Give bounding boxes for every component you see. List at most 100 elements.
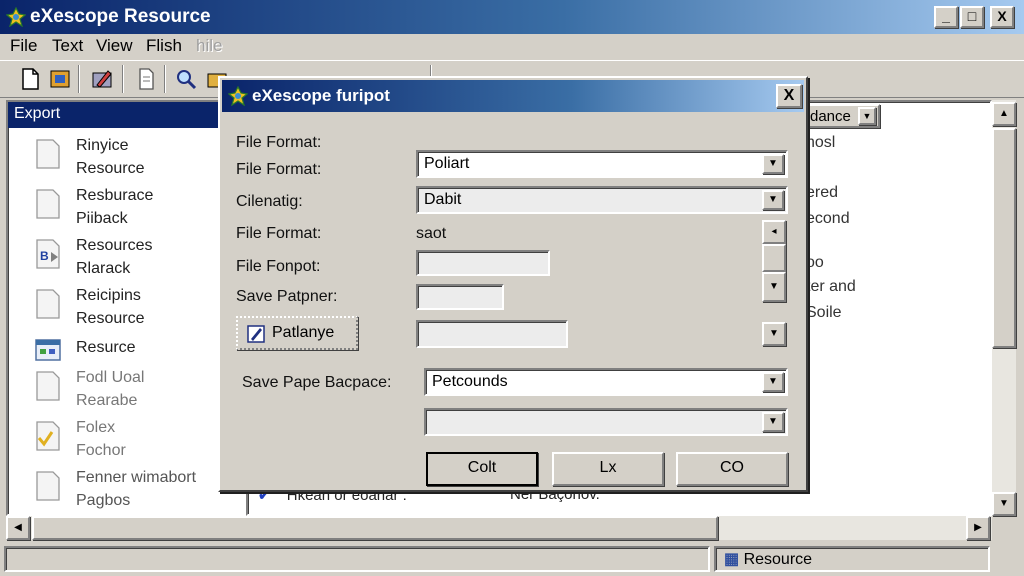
cilenatig-label: Cilenatig: [236,193,303,210]
arrow-left-icon: ◀ [14,522,22,533]
tree-item-fenner[interactable]: Fenner wimabort Pagbos [8,464,244,512]
tree-item-label: Folex Fochor [76,419,126,459]
search-icon[interactable] [172,65,200,93]
tree-item-resources[interactable]: B Resources Rlarack [8,232,244,280]
chevron-down-icon[interactable]: ▼ [762,372,784,392]
status-panel-resource: ▦ Resource [714,546,990,572]
chevron-down-icon[interactable]: ▼ [762,190,784,210]
resource-tree-pane[interactable]: Export Rinyice Resource Resburace Piibac… [6,100,246,516]
menu-file[interactable]: File [10,36,37,56]
vertical-scroll-thumb[interactable] [992,128,1016,348]
edit-icon [247,325,265,343]
scroll-down-button[interactable]: ▼ [762,272,786,302]
tree-item-resburace[interactable]: Resburace Piiback [8,182,244,230]
tree-item-label: Fenner wimabort Pagbos [76,469,197,509]
dialog-title: eXescope furipot [252,86,390,105]
tree-item-fodl[interactable]: Fodl Uoal Rearabe [8,364,244,412]
maximize-button[interactable]: □ [960,6,984,28]
tree-item-rinyice[interactable]: Rinyice Resource [8,132,244,180]
file-fonpot-field[interactable] [416,250,550,276]
dialog-titlebar[interactable]: eXescope furipot X [222,80,804,112]
scroll-down-button[interactable]: ▼ [992,492,1016,516]
main-titlebar: eXescope Resource _ □ X [0,0,1024,34]
list-fragment: econd [806,210,850,227]
chevron-down-icon: ▼ [858,107,876,125]
menu-view[interactable]: View [96,36,133,56]
tree-item-folex[interactable]: Folex Fochor [8,414,244,462]
menu-flish[interactable]: Flish [146,36,182,56]
menu-text[interactable]: Text [52,36,83,56]
scroll-up-button[interactable]: ▲ [992,102,1016,126]
tree-item-label: Resburace Piiback [76,187,154,227]
patlanye-field[interactable] [416,320,568,348]
chevron-down-icon[interactable]: ▼ [762,154,784,174]
cancel-button[interactable]: CO [676,452,788,486]
file-format-2-value: saot [416,225,447,242]
arrow-down-icon: ▼ [999,498,1009,509]
new-file-icon[interactable] [16,65,44,93]
file-icon [36,289,60,319]
window-resource-icon [35,339,61,361]
dialog-close-button[interactable]: X [776,84,802,108]
resource-icon: ▦ [724,551,740,568]
spin-button[interactable]: ◂ [762,220,786,244]
list-fragment: Soile [806,304,842,321]
tree-item-label: Resurce [76,339,136,356]
cilenatig-value: Dabit [424,191,462,208]
toolbar-separator [122,65,124,93]
tree-item-reicipins[interactable]: Reicipins Resource [8,282,244,330]
status-resource-label: Resource [743,551,813,568]
arrow-down-icon: ▼ [769,328,779,339]
file-format-label: File Format: [236,161,322,178]
save-space-combo[interactable]: Petcounds ▼ [424,368,788,396]
list-fragment: ered [806,184,839,201]
extra-combo[interactable]: ▼ [424,408,788,436]
file-format-combo[interactable]: Poliart ▼ [416,150,788,178]
menu-hile[interactable]: hile [196,36,222,56]
file-format-value: Poliart [424,155,470,172]
column-header-dropdown[interactable]: dance ▼ [804,104,880,128]
file-icon [36,139,60,169]
arrow-left-icon: ◂ [771,226,777,237]
side-button[interactable] [762,244,786,272]
scroll-down-button[interactable]: ▼ [762,322,786,346]
scroll-left-button[interactable]: ◀ [6,516,30,540]
save-patpner-field[interactable] [416,284,504,310]
file-icon [36,371,60,401]
edit-resource-icon[interactable] [88,65,116,93]
selected-tree-item[interactable]: Export [8,102,244,128]
export-dialog: eXescope furipot X File Format: File For… [218,76,808,492]
ok-button[interactable]: Colt [426,452,538,486]
file-format-heading: File Format: [236,134,322,151]
tree-item-label: Rinyice Resource [76,137,145,177]
minimize-button[interactable]: _ [934,6,958,28]
list-fragment: hosl [806,134,836,151]
horizontal-scroll-thumb[interactable] [32,516,718,540]
middle-button[interactable]: Lx [552,452,664,486]
window-title: eXescope Resource [30,6,211,27]
list-fragment: oo [806,254,824,271]
tree-item-label: Reicipins Resource [76,287,145,327]
document-icon[interactable] [132,65,160,93]
checked-file-icon [36,421,60,451]
scroll-right-button[interactable]: ▶ [966,516,990,540]
patlanye-button[interactable]: Patlanye [236,316,358,350]
toolbar-separator [78,65,80,93]
column-header-label: dance [810,108,851,125]
tree-item-label: Resources Rlarack [76,237,153,277]
save-space-label: Save Pape Bacpace: [242,374,392,391]
save-patpner-label: Save Patpner: [236,288,338,305]
cilenatig-combo[interactable]: Dabit ▼ [416,186,788,214]
binary-file-icon: B [36,239,60,269]
chevron-down-icon[interactable]: ▼ [762,412,784,432]
app-logo-icon [228,86,248,106]
file-icon [36,471,60,501]
arrow-up-icon: ▲ [999,108,1009,119]
file-format-2-label: File Format: [236,225,322,242]
app-logo-icon [6,7,26,27]
close-button[interactable]: X [990,6,1014,28]
arrow-right-icon: ▶ [974,522,982,533]
save-space-value: Petcounds [432,373,508,390]
svg-text:B: B [40,249,49,263]
open-folder-icon[interactable] [46,65,74,93]
